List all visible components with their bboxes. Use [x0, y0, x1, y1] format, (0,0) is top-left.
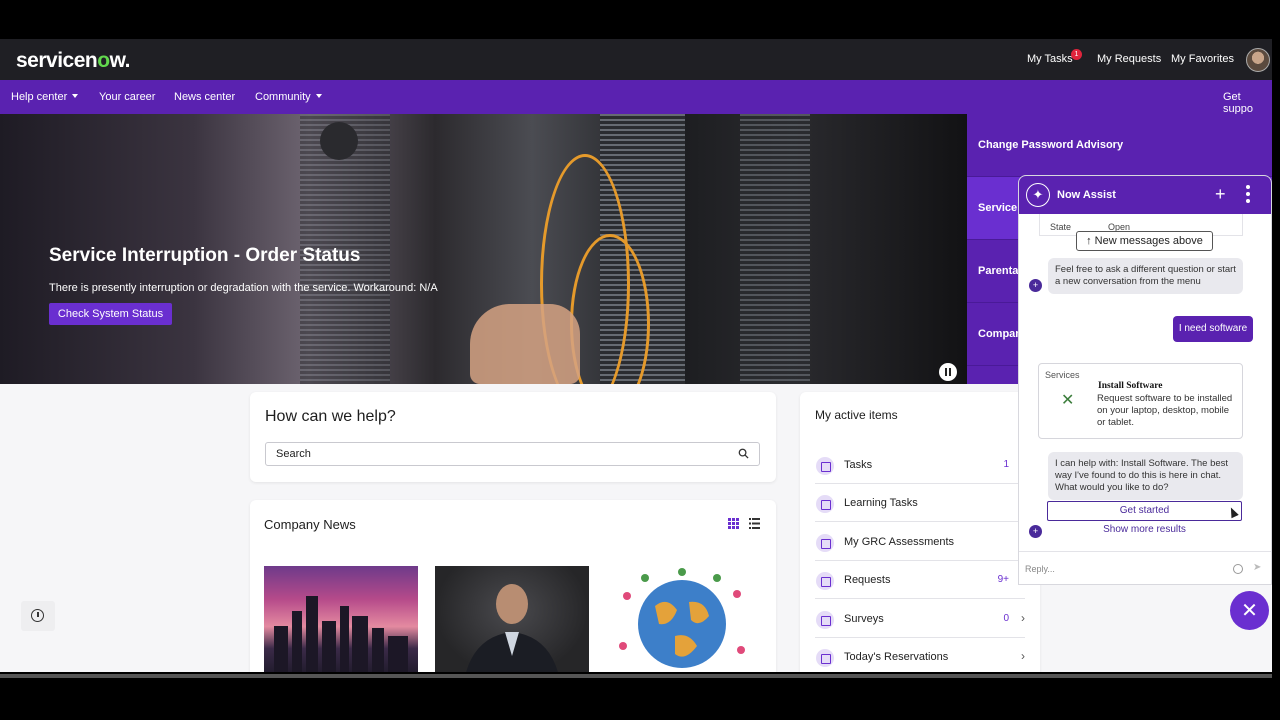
get-started-button[interactable]: Get started — [1047, 501, 1242, 521]
help-search-card: How can we help? — [250, 392, 776, 482]
active-items-title: My active items — [815, 408, 898, 422]
active-items-card: My active items Tasks 1 Learning Tasks My… — [800, 392, 1040, 672]
servicenow-logo[interactable]: servicenow. — [16, 49, 130, 73]
active-item-grc-assessments[interactable]: My GRC Assessments — [815, 523, 1025, 561]
sparkle-icon: ✦ — [1026, 183, 1050, 207]
tasks-count-badge: 1 — [1071, 49, 1082, 60]
help-title: How can we help? — [265, 408, 396, 425]
chevron-down-icon — [315, 94, 322, 98]
news-image-city-skyline[interactable] — [264, 566, 418, 672]
active-item-surveys[interactable]: Surveys 0 › — [815, 600, 1025, 638]
active-item-label: Tasks — [844, 459, 873, 471]
globe-illustration — [619, 568, 745, 668]
main-nav: Help center Your career News center Comm… — [0, 80, 1272, 115]
tab-label: Change Password Advisory — [978, 139, 1124, 151]
emoji-icon[interactable] — [1233, 564, 1243, 574]
nav-your-career[interactable]: Your career — [99, 91, 155, 103]
news-image-executive-portrait[interactable] — [435, 566, 589, 672]
calendar-icon — [816, 649, 834, 667]
user-message: I need software — [1173, 316, 1253, 342]
active-item-label: Requests — [844, 574, 891, 586]
now-assist-panel: ✦ Now Assist + State Open ↑ New messages … — [1018, 175, 1272, 585]
service-title: Install Software — [1098, 381, 1163, 391]
hero-image-hand — [470, 304, 580, 384]
active-item-label: Learning Tasks — [844, 497, 918, 509]
user-avatar[interactable] — [1246, 48, 1270, 72]
hero-image-rack — [740, 114, 810, 384]
portrait-illustration — [466, 584, 558, 672]
tab-change-password-advisory[interactable]: Change Password Advisory — [967, 114, 1272, 177]
bot-message: I can help with: Install Software. The b… — [1048, 452, 1243, 500]
news-title: Company News — [264, 517, 356, 532]
search-icon[interactable] — [738, 448, 749, 459]
company-news-card: Company News — [250, 500, 776, 672]
bot-message: Feel free to ask a different question or… — [1048, 258, 1243, 294]
service-description: Request software to be installed on your… — [1097, 393, 1233, 428]
news-image-globe-people[interactable] — [605, 566, 759, 672]
active-item-count: 0 — [1003, 613, 1009, 624]
edit-icon — [816, 572, 834, 590]
reply-bar: ➤ — [1019, 551, 1271, 584]
hero-title: Service Interruption - Order Status — [49, 245, 361, 266]
active-item-label: Surveys — [844, 613, 884, 625]
active-item-tasks[interactable]: Tasks 1 — [815, 446, 1025, 484]
state-label: State — [1050, 222, 1072, 232]
nav-get-support[interactable]: Get suppo — [1223, 91, 1272, 115]
chevron-right-icon: › — [1021, 611, 1025, 625]
history-clock-icon[interactable] — [21, 601, 55, 631]
services-label: Services — [1045, 370, 1080, 380]
search-box — [265, 442, 760, 466]
active-item-label: My GRC Assessments — [844, 536, 955, 548]
active-item-requests[interactable]: Requests9+› — [815, 561, 1025, 599]
tools-icon: ✕ — [1061, 392, 1075, 409]
horizontal-scrollbar[interactable] — [0, 674, 1272, 678]
check-system-status-button[interactable]: Check System Status — [49, 303, 172, 325]
browser-viewport: servicenow. My Tasks 1 My Requests My Fa… — [0, 39, 1272, 672]
bot-avatar-icon: + — [1029, 525, 1042, 538]
hero-banner: Service Interruption - Order Status Ther… — [0, 114, 967, 384]
active-item-learning-tasks[interactable]: Learning Tasks — [815, 484, 1025, 522]
tab-label: Parental — [978, 265, 1022, 277]
bot-avatar-icon: + — [1029, 279, 1042, 292]
nav-community[interactable]: Community — [255, 91, 322, 103]
active-item-count: 1 — [1003, 459, 1009, 470]
assist-header: ✦ Now Assist + — [1019, 176, 1271, 214]
active-item-count: 9+ — [997, 574, 1009, 585]
hero-image-lamp — [320, 122, 358, 160]
top-header: servicenow. My Tasks 1 My Requests My Fa… — [0, 39, 1272, 80]
hero-subtitle: There is presently interruption or degra… — [49, 282, 438, 294]
show-more-results-button[interactable]: Show more results — [1047, 524, 1242, 540]
new-messages-above-button[interactable]: ↑ New messages above — [1076, 231, 1213, 251]
service-card[interactable]: Services ✕ Install Software Request soft… — [1038, 363, 1243, 439]
my-tasks-link[interactable]: My Tasks — [1027, 53, 1073, 65]
survey-icon — [816, 611, 834, 629]
reply-input[interactable] — [1025, 560, 1225, 578]
briefcase-icon — [816, 534, 834, 552]
search-input[interactable] — [266, 443, 726, 465]
list-view-icon[interactable] — [749, 518, 760, 529]
skyline-illustration — [274, 596, 408, 672]
grid-view-icon[interactable] — [728, 518, 739, 529]
new-conversation-plus-icon[interactable]: + — [1215, 184, 1226, 205]
my-favorites-link[interactable]: My Favorites — [1171, 53, 1234, 65]
pause-icon[interactable] — [939, 363, 957, 381]
tab-label: Compan — [978, 328, 1022, 340]
active-item-reservations[interactable]: Today's Reservations › — [815, 638, 1025, 672]
nav-news-center[interactable]: News center — [174, 91, 235, 103]
checkbox-icon — [816, 457, 834, 475]
book-icon — [816, 495, 834, 513]
active-item-label: Today's Reservations — [844, 651, 949, 663]
more-options-icon[interactable] — [1243, 184, 1253, 204]
chevron-right-icon: › — [1021, 649, 1025, 663]
nav-community-label: Community — [255, 91, 311, 103]
my-requests-link[interactable]: My Requests — [1097, 53, 1161, 65]
send-icon[interactable]: ➤ — [1253, 562, 1261, 573]
close-assist-button[interactable]: ✕ — [1230, 591, 1269, 630]
nav-help-center-label: Help center — [11, 91, 68, 103]
chevron-down-icon — [72, 94, 79, 98]
assist-title: Now Assist — [1057, 189, 1116, 201]
nav-help-center[interactable]: Help center — [11, 91, 79, 103]
